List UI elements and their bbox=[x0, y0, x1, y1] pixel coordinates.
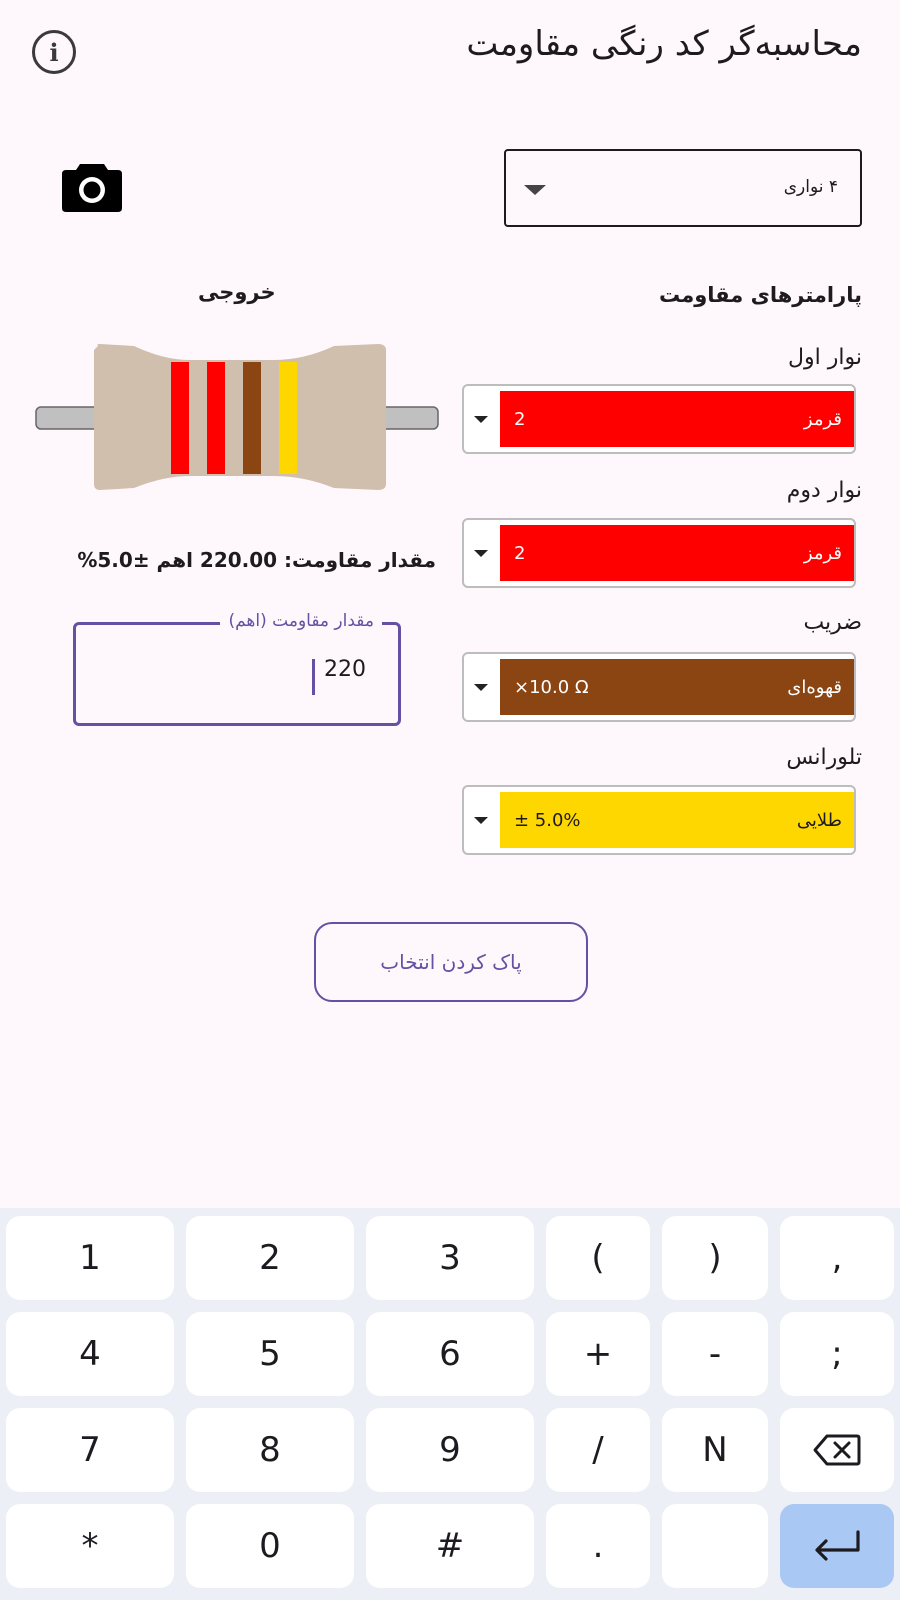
camera-icon[interactable] bbox=[60, 158, 124, 214]
tolerance-swatch: ± 5.0% طلایی bbox=[500, 792, 854, 848]
band2-color-name: قرمز bbox=[803, 543, 842, 564]
band2-value: 2 bbox=[514, 543, 526, 564]
resistor-body bbox=[94, 344, 386, 490]
chevron-down-icon bbox=[474, 684, 488, 691]
output-heading: خروجی bbox=[198, 280, 276, 304]
band-count-value: ۴ نواری bbox=[783, 177, 838, 197]
multiplier-swatch: ×10.0 Ω قهوه‌ای bbox=[500, 659, 854, 715]
key-8[interactable]: 8 bbox=[186, 1408, 354, 1492]
chevron-down-icon bbox=[524, 185, 546, 195]
key-0[interactable]: 0 bbox=[186, 1504, 354, 1588]
key-close-paren[interactable]: ) bbox=[662, 1216, 768, 1300]
band1-label: نوار اول bbox=[788, 345, 862, 370]
key-3[interactable]: 3 bbox=[366, 1216, 534, 1300]
resistance-input[interactable]: مقدار مقاومت (اهم) 220 bbox=[73, 611, 401, 726]
key-asterisk[interactable]: * bbox=[6, 1504, 174, 1588]
multiplier-label: ضریب bbox=[803, 610, 862, 635]
resistance-input-value[interactable]: 220 bbox=[324, 657, 366, 682]
band2-swatch: 2 قرمز bbox=[500, 525, 854, 581]
multiplier-color-name: قهوه‌ای bbox=[787, 677, 842, 698]
band1-swatch: 2 قرمز bbox=[500, 391, 854, 447]
key-open-paren[interactable]: ( bbox=[546, 1216, 650, 1300]
band1-value: 2 bbox=[514, 409, 526, 430]
enter-key[interactable] bbox=[780, 1504, 894, 1588]
key-minus[interactable]: - bbox=[662, 1312, 768, 1396]
key-9[interactable]: 9 bbox=[366, 1408, 534, 1492]
backspace-icon bbox=[813, 1434, 861, 1466]
tolerance-label: تلورانس bbox=[786, 745, 862, 770]
band1-color-name: قرمز bbox=[803, 409, 842, 430]
key-hash[interactable]: # bbox=[366, 1504, 534, 1588]
key-6[interactable]: 6 bbox=[366, 1312, 534, 1396]
key-7[interactable]: 7 bbox=[6, 1408, 174, 1492]
chevron-down-icon bbox=[474, 416, 488, 423]
key-n[interactable]: N bbox=[662, 1408, 768, 1492]
key-4[interactable]: 4 bbox=[6, 1312, 174, 1396]
multiplier-dropdown[interactable]: ×10.0 Ω قهوه‌ای bbox=[462, 652, 856, 722]
multiplier-value: ×10.0 Ω bbox=[514, 677, 589, 698]
key-slash[interactable]: / bbox=[546, 1408, 650, 1492]
backspace-key[interactable] bbox=[780, 1408, 894, 1492]
tolerance-value: ± 5.0% bbox=[514, 810, 581, 831]
page-title: محاسبه‌گر کد رنگی مقاومت bbox=[466, 24, 862, 64]
tolerance-dropdown[interactable]: ± 5.0% طلایی bbox=[462, 785, 856, 855]
key-1[interactable]: 1 bbox=[6, 1216, 174, 1300]
resistance-input-label: مقدار مقاومت (اهم) bbox=[220, 611, 382, 631]
clear-selection-button[interactable]: پاک کردن انتخاب bbox=[314, 922, 588, 1002]
resistor-band-1 bbox=[171, 362, 189, 474]
info-icon[interactable]: i bbox=[32, 30, 76, 74]
resistor-band-2 bbox=[207, 362, 225, 474]
enter-icon bbox=[815, 1530, 860, 1561]
resistor-diagram bbox=[34, 340, 440, 500]
resistor-band-4 bbox=[279, 362, 297, 474]
chevron-down-icon bbox=[474, 550, 488, 557]
key-2[interactable]: 2 bbox=[186, 1216, 354, 1300]
key-comma[interactable]: , bbox=[780, 1216, 894, 1300]
band-count-select[interactable]: ۴ نواری bbox=[504, 149, 862, 227]
numeric-keyboard: 1 2 3 ( ) , 4 5 6 + - ; 7 8 9 / N * 0 # … bbox=[0, 1208, 900, 1600]
band1-dropdown[interactable]: 2 قرمز bbox=[462, 384, 856, 454]
key-plus[interactable]: + bbox=[546, 1312, 650, 1396]
key-5[interactable]: 5 bbox=[186, 1312, 354, 1396]
resistance-result: مقدار مقاومت: 220.00 اهم ±5.0% bbox=[77, 548, 436, 572]
tolerance-color-name: طلایی bbox=[796, 810, 842, 831]
key-blank[interactable] bbox=[662, 1504, 768, 1588]
params-heading: پارامترهای مقاومت bbox=[659, 283, 862, 307]
key-period[interactable]: . bbox=[546, 1504, 650, 1588]
band2-dropdown[interactable]: 2 قرمز bbox=[462, 518, 856, 588]
text-cursor bbox=[312, 659, 315, 695]
resistor-band-3 bbox=[243, 362, 261, 474]
key-semicolon[interactable]: ; bbox=[780, 1312, 894, 1396]
band2-label: نوار دوم bbox=[786, 478, 862, 503]
chevron-down-icon bbox=[474, 817, 488, 824]
